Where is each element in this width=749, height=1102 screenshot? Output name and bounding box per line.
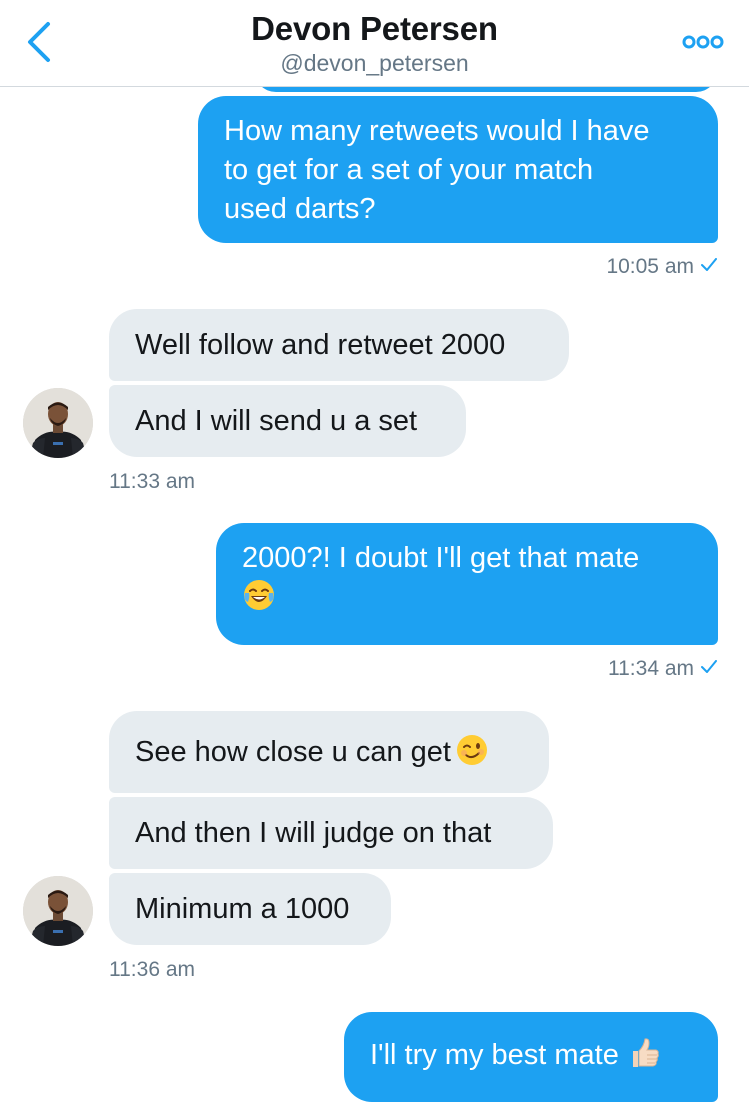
sent-message-bubble[interactable]: How many retweets would I have to get fo… [198,96,718,243]
message-text: And then I will judge on that [135,817,492,849]
message-text: And I will send u a set [135,405,418,437]
message-timestamp: 11:36 am [109,958,195,982]
more-dots-icon [682,35,724,49]
message-text-line: to get for a set of your match [224,154,594,186]
received-message-bubble[interactable]: See how close u can get [109,711,549,793]
timestamp-text: 11:36 am [109,958,195,981]
timestamp-text: 10:05 am [606,255,694,278]
sent-message-bubble[interactable]: 2000?! I doubt I'll get that mate [216,523,718,645]
message-timestamp: 11:34 am [608,657,717,681]
avatar-image [23,876,93,946]
message-text: Minimum a 1000 [135,893,350,925]
winking-face-emoji [455,733,489,767]
message-text-line: 2000?! I doubt I'll get that mate [242,542,640,574]
conversation-title[interactable]: Devon Petersen [0,10,749,48]
thumbs-up-emoji [627,1036,661,1070]
message-timestamp: 11:33 am [109,470,195,494]
avatar[interactable] [23,876,93,946]
message-emoji-line [242,578,692,617]
checkmark-icon [701,660,717,674]
more-options-button[interactable] [681,30,725,54]
avatar[interactable] [23,388,93,458]
timestamp-text: 11:34 am [608,657,694,680]
timestamp-text: 11:33 am [109,470,195,493]
message-text: See how close u can get [135,736,451,768]
sent-message-bubble[interactable]: I'll try my best mate [344,1012,718,1102]
message-text: Well follow and retweet 2000 [135,329,506,361]
received-message-bubble[interactable]: And I will send u a set [109,385,466,457]
conversation-handle[interactable]: @devon_petersen [0,50,749,77]
avatar-image [23,388,93,458]
message-text: I'll try my best mate [370,1039,619,1071]
received-message-bubble[interactable]: And then I will judge on that [109,797,553,869]
message-text-line: How many retweets would I have [224,115,650,147]
face-with-tears-of-joy-emoji [242,578,276,612]
message-timestamp: 10:05 am [606,255,717,279]
received-message-bubble[interactable]: Well follow and retweet 2000 [109,309,569,381]
received-message-bubble[interactable]: Minimum a 1000 [109,873,391,945]
conversation-header: Devon Petersen @devon_petersen [0,0,749,87]
message-text-line: used darts? [224,193,376,225]
checkmark-icon [701,258,717,272]
